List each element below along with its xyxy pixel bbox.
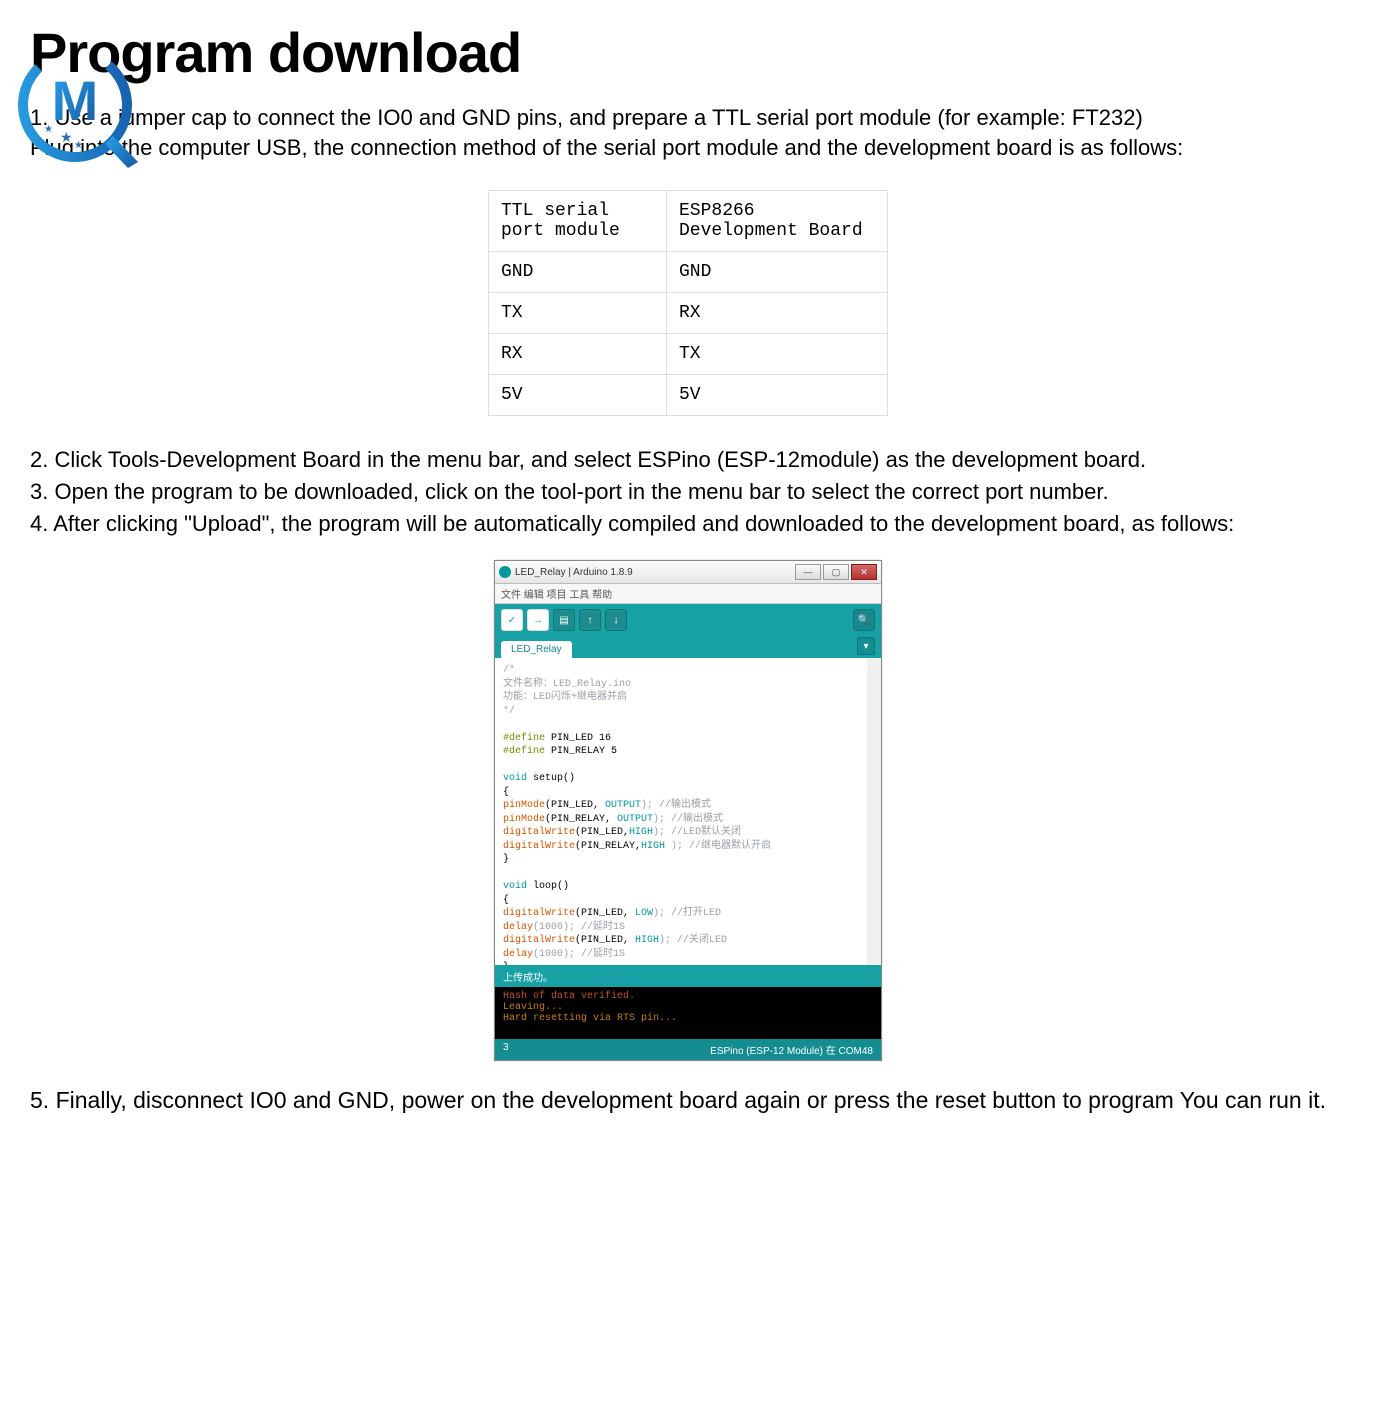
- step-5: 5. Finally, disconnect IO0 and GND, powe…: [30, 1081, 1346, 1120]
- maximize-button[interactable]: ▢: [823, 564, 849, 580]
- table-row: 5V 5V: [489, 375, 888, 416]
- table-row: RX TX: [489, 334, 888, 375]
- code-token: (PIN_LED,: [545, 800, 605, 811]
- code-line: */: [503, 706, 515, 717]
- cell: GND: [489, 252, 667, 293]
- code-token: (PIN_RELAY,: [545, 814, 617, 825]
- code-token: delay: [503, 922, 533, 933]
- cell: 5V: [667, 375, 888, 416]
- code-token: (1000); //延时1S: [533, 949, 625, 960]
- code-token: #define: [503, 733, 545, 744]
- cell: TX: [489, 293, 667, 334]
- code-line: }: [503, 853, 859, 867]
- table-header-left: TTL serial port module: [489, 191, 667, 252]
- step-2: 2. Click Tools-Development Board in the …: [30, 444, 1346, 476]
- tab-dropdown-icon[interactable]: ▾: [857, 637, 875, 655]
- code-token: digitalWrite: [503, 908, 575, 919]
- code-token: HIGH: [635, 935, 659, 946]
- arduino-ide-window: LED_Relay | Arduino 1.8.9 — ▢ ✕ 文件 编辑 项目…: [494, 560, 882, 1061]
- code-token: ); //输出模式: [641, 800, 711, 811]
- window-titlebar[interactable]: LED_Relay | Arduino 1.8.9 — ▢ ✕: [495, 561, 881, 584]
- step-4: 4. After clicking "Upload", the program …: [30, 508, 1346, 540]
- page-title: Program download: [30, 20, 1346, 85]
- output-console[interactable]: Hash of data verified. Leaving... Hard r…: [495, 987, 881, 1039]
- step-3: 3. Open the program to be downloaded, cl…: [30, 476, 1346, 508]
- code-token: (1000); //延时1S: [533, 922, 625, 933]
- table-header-right: ESP8266 Development Board: [667, 191, 888, 252]
- console-line: Hash of data verified.: [503, 991, 873, 1002]
- cell: GND: [667, 252, 888, 293]
- code-token: loop(): [527, 881, 569, 892]
- minimize-button[interactable]: —: [795, 564, 821, 580]
- code-token: ); //继电器默认开启: [665, 841, 771, 852]
- tab-bar: LED_Relay ▾: [495, 636, 881, 658]
- save-button[interactable]: ↓: [605, 609, 627, 631]
- console-line: Leaving...: [503, 1002, 873, 1013]
- upload-button[interactable]: →: [527, 609, 549, 631]
- step-1-line2: Plug into the computer USB, the connecti…: [30, 133, 1346, 163]
- code-token: void: [503, 881, 527, 892]
- code-token: ); //LED默认关闭: [653, 827, 741, 838]
- code-token: (PIN_LED,: [575, 908, 635, 919]
- code-line: {: [503, 894, 859, 908]
- code-token: pinMode: [503, 814, 545, 825]
- cell: TX: [667, 334, 888, 375]
- code-token: PIN_LED 16: [545, 733, 611, 744]
- code-line: }: [503, 961, 859, 965]
- code-token: (PIN_LED,: [575, 935, 635, 946]
- code-token: OUTPUT: [605, 800, 641, 811]
- status-bar: 上传成功。: [495, 965, 881, 987]
- line-number: 3: [503, 1042, 509, 1053]
- code-token: ); //关闭LED: [659, 935, 727, 946]
- sketch-tab[interactable]: LED_Relay: [501, 641, 572, 658]
- code-token: setup(): [527, 773, 575, 784]
- code-token: (PIN_RELAY,: [575, 841, 641, 852]
- arduino-icon: [499, 566, 511, 578]
- code-token: #define: [503, 746, 545, 757]
- cell: RX: [489, 334, 667, 375]
- console-line: Hard resetting via RTS pin...: [503, 1013, 873, 1024]
- code-token: ); //输出模式: [653, 814, 723, 825]
- code-token: PIN_RELAY 5: [545, 746, 617, 757]
- step-1-line1: 1. Use a jumper cap to connect the IO0 a…: [30, 103, 1346, 133]
- pin-mapping-table: TTL serial port module ESP8266 Developme…: [488, 190, 888, 416]
- scrollbar-thumb[interactable]: [867, 828, 879, 860]
- table-row: GND GND: [489, 252, 888, 293]
- code-line: {: [503, 786, 859, 800]
- new-button[interactable]: ▤: [553, 609, 575, 631]
- cell: RX: [667, 293, 888, 334]
- cell: 5V: [489, 375, 667, 416]
- table-row: TX RX: [489, 293, 888, 334]
- code-token: digitalWrite: [503, 841, 575, 852]
- code-token: delay: [503, 949, 533, 960]
- code-token: (PIN_LED,: [575, 827, 629, 838]
- code-token: ); //打开LED: [653, 908, 721, 919]
- open-button[interactable]: ↑: [579, 609, 601, 631]
- code-token: LOW: [635, 908, 653, 919]
- code-token: HIGH: [641, 841, 665, 852]
- code-token: digitalWrite: [503, 827, 575, 838]
- toolbar: ✓ → ▤ ↑ ↓ 🔍: [495, 604, 881, 636]
- close-button[interactable]: ✕: [851, 564, 877, 580]
- code-token: HIGH: [629, 827, 653, 838]
- code-token: pinMode: [503, 800, 545, 811]
- code-token: digitalWrite: [503, 935, 575, 946]
- code-editor[interactable]: /* 文件名称：LED_Relay.ino 功能：LED闪烁+继电器并启 */ …: [495, 658, 881, 965]
- board-info: ESPino (ESP-12 Module) 在 COM48: [710, 1046, 873, 1057]
- footer-bar: 3 ESPino (ESP-12 Module) 在 COM48: [495, 1039, 881, 1060]
- menu-bar[interactable]: 文件 编辑 项目 工具 帮助: [495, 584, 881, 604]
- verify-button[interactable]: ✓: [501, 609, 523, 631]
- code-token: OUTPUT: [617, 814, 653, 825]
- code-token: void: [503, 773, 527, 784]
- serial-monitor-button[interactable]: 🔍: [853, 609, 875, 631]
- code-line: 文件名称：LED_Relay.ino: [503, 679, 631, 690]
- code-line: /*: [503, 665, 515, 676]
- code-line: 功能：LED闪烁+继电器并启: [503, 692, 627, 703]
- window-title: LED_Relay | Arduino 1.8.9: [515, 567, 795, 578]
